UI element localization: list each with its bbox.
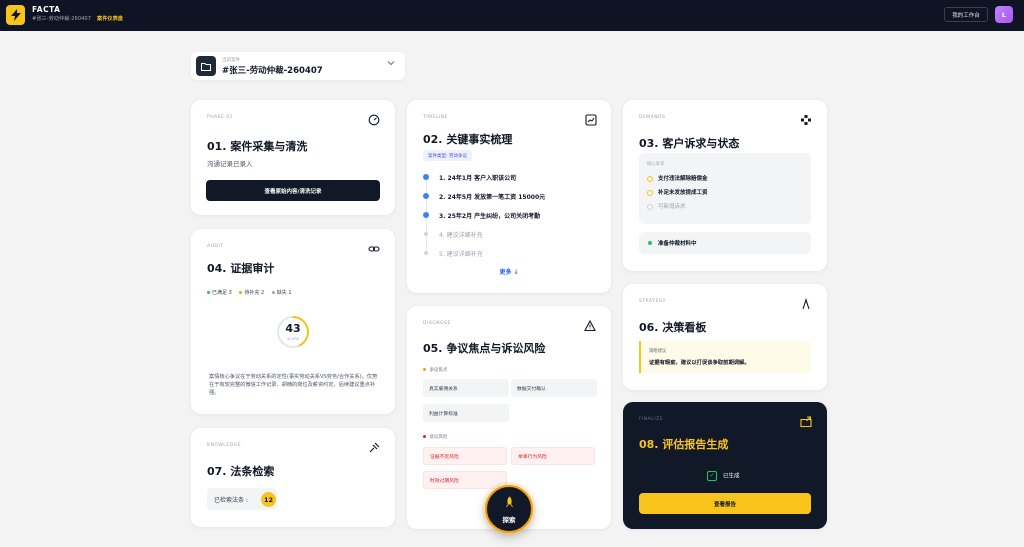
card-title: 04. 证据审计 bbox=[207, 262, 275, 275]
app-name: FACTA bbox=[32, 5, 61, 14]
audit-card: AUDIT 04. 证据审计 已满足 3 待补充 2 缺失 1 43 SCORE… bbox=[191, 229, 395, 414]
warning-icon bbox=[584, 320, 596, 332]
case-selector-value: #张三-劳动仲裁-260407 bbox=[222, 66, 323, 76]
chart-icon bbox=[585, 114, 597, 126]
risk-section-label: 诉讼风险 bbox=[423, 434, 447, 440]
card-title: 02. 关键事实梳理 bbox=[423, 133, 513, 146]
chevron-down-icon bbox=[387, 61, 395, 66]
report-generated-status: ✓ 已生成 bbox=[707, 471, 740, 481]
case-code: #张三-劳动仲裁-260407 bbox=[32, 16, 92, 22]
risk-chip[interactable]: 举事行为风险 bbox=[511, 447, 595, 465]
check-icon: ✓ bbox=[707, 471, 717, 481]
card-tag: STRATEGY bbox=[639, 299, 666, 304]
knowledge-card: KNOWLEDGE 07. 法条检索 已检索法条 : 12 bbox=[191, 428, 395, 527]
rocket-icon bbox=[506, 496, 513, 508]
legend-item: 已满足 3 bbox=[207, 290, 232, 296]
law-count-badge: 12 bbox=[261, 492, 276, 507]
score-unit: SCORE bbox=[286, 337, 300, 341]
explore-button[interactable]: 探索 bbox=[485, 485, 533, 533]
focus-section-label: 争议焦点 bbox=[423, 367, 447, 373]
gauge-icon bbox=[368, 114, 380, 126]
app-subtitle: #张三-劳动仲裁-260407 案件仪表盘 bbox=[32, 15, 123, 22]
mode-label: 案件仪表盘 bbox=[97, 16, 123, 22]
score-value: 43 bbox=[285, 322, 301, 335]
workspace-button[interactable]: 我的工作台 bbox=[944, 7, 988, 22]
bolt-icon[interactable] bbox=[6, 5, 25, 25]
demand-item[interactable]: 支付违法解除赔偿金 bbox=[647, 174, 708, 182]
demands-box: 核心诉求 支付违法解除赔偿金 补足未发放提成工资 可新增诉求 bbox=[639, 153, 811, 224]
avatar[interactable]: L bbox=[995, 6, 1013, 23]
case-selector-label: 当前案件 bbox=[222, 58, 240, 63]
explore-label: 探索 bbox=[502, 516, 516, 524]
card-tag: DEMANDS bbox=[639, 115, 666, 120]
strategy-advice-label: 策略建议 bbox=[649, 349, 667, 354]
intake-card: PHASE 01 01. 案件采集与清洗 沟通记录已录入 查看原始内容/清洗记录 bbox=[191, 100, 395, 215]
card-title: 01. 案件采集与清洗 bbox=[207, 140, 308, 153]
card-tag: KNOWLEDGE bbox=[207, 443, 241, 448]
card-title: 06. 决策看板 bbox=[639, 321, 707, 334]
legend-item: 缺失 1 bbox=[271, 290, 292, 296]
card-tag: AUDIT bbox=[207, 244, 224, 249]
strategy-advice-text: 证据有瑕疵，建议以打促谈争取前期调解。 bbox=[649, 360, 750, 366]
link-icon bbox=[368, 246, 380, 252]
add-demand-item[interactable]: 可新增诉求 bbox=[647, 202, 686, 210]
card-title: 05. 争议焦点与诉讼风险 bbox=[423, 342, 546, 355]
show-more-link[interactable]: 更多 ↓ bbox=[407, 267, 611, 276]
card-subtitle: 沟通记录已录入 bbox=[207, 160, 253, 168]
folder-icon bbox=[196, 56, 216, 76]
gavel-icon bbox=[369, 442, 380, 453]
card-title: 07. 法条检索 bbox=[207, 465, 275, 478]
card-tag: TIMELINE bbox=[423, 115, 448, 120]
case-type-pill: 案件类型: 劳动争议 bbox=[423, 150, 472, 161]
focus-chip[interactable]: 真实雇佣关系 bbox=[423, 379, 509, 397]
export-icon bbox=[800, 416, 812, 428]
risk-chip[interactable]: 时效过期风险 bbox=[423, 471, 507, 489]
card-title: 08. 评估报告生成 bbox=[639, 438, 729, 451]
card-tag: PHASE 01 bbox=[207, 115, 234, 120]
demands-box-label: 核心诉求 bbox=[647, 162, 665, 167]
strategy-advice: 策略建议 证据有瑕疵，建议以打促谈争取前期调解。 bbox=[639, 341, 811, 373]
strategy-card: STRATEGY 06. 决策看板 策略建议 证据有瑕疵，建议以打促谈争取前期调… bbox=[623, 284, 827, 390]
top-bar: FACTA #张三-劳动仲裁-260407 案件仪表盘 我的工作台 L bbox=[0, 0, 1024, 31]
network-icon bbox=[801, 115, 811, 125]
demand-item[interactable]: 补足未发放提成工资 bbox=[647, 188, 708, 196]
card-tag: DIAGNOSE bbox=[423, 321, 451, 326]
focus-chip[interactable]: 数据交付确认 bbox=[511, 379, 597, 397]
view-raw-records-button[interactable]: 查看原始内容/清洗记录 bbox=[206, 180, 380, 201]
evidence-legend: 已满足 3 待补充 2 缺失 1 bbox=[207, 289, 298, 296]
focus-chip[interactable]: 利益计算标准 bbox=[423, 404, 509, 422]
compass-icon bbox=[802, 298, 810, 310]
demands-card: DEMANDS 03. 客户诉求与状态 核心诉求 支付违法解除赔偿金 补足未发放… bbox=[623, 100, 827, 271]
timeline-card: TIMELINE 02. 关键事实梳理 案件类型: 劳动争议 1. 24年1月 … bbox=[407, 100, 611, 293]
finalize-card: FINALIZE 08. 评估报告生成 ✓ 已生成 查看报告 bbox=[623, 402, 827, 529]
audit-summary: 案情核心争议在于劳动关系的定性(事实劳动关系VS劳务/合作关系)。优势在于有较完… bbox=[209, 374, 378, 396]
legend-item: 待补充 2 bbox=[239, 290, 264, 296]
card-title: 03. 客户诉求与状态 bbox=[639, 137, 740, 150]
risk-chip[interactable]: 证据不足风险 bbox=[423, 447, 507, 465]
case-selector[interactable]: 当前案件 #张三-劳动仲裁-260407 bbox=[191, 52, 405, 80]
view-report-button[interactable]: 查看报告 bbox=[639, 493, 811, 514]
case-status: 准备仲裁材料中 bbox=[639, 232, 811, 254]
card-tag: FINALIZE bbox=[639, 417, 664, 422]
